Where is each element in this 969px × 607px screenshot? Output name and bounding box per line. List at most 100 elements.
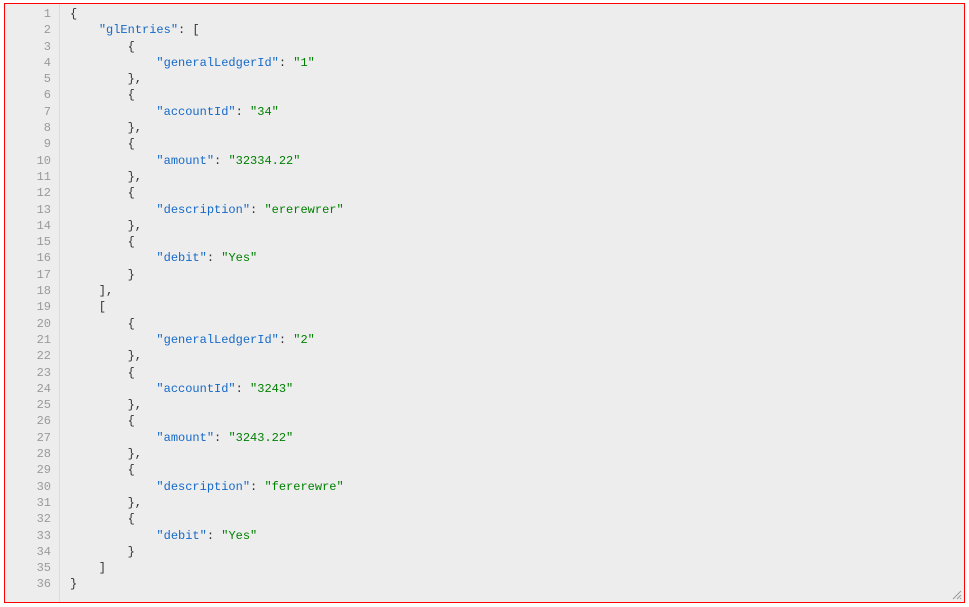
json-punct (70, 203, 156, 217)
json-punct (70, 56, 156, 70)
json-string: "3243" (250, 382, 293, 396)
code-line[interactable]: "debit": "Yes" (70, 250, 964, 266)
code-line[interactable]: }, (70, 348, 964, 364)
line-number: 22 (5, 348, 59, 364)
code-line[interactable]: { (70, 87, 964, 103)
code-line[interactable]: "debit": "Yes" (70, 528, 964, 544)
line-number: 19 (5, 299, 59, 315)
json-punct: { (70, 7, 77, 21)
resize-handle[interactable] (952, 590, 962, 600)
json-punct: ], (70, 284, 113, 298)
code-line[interactable]: "description": "fererewre" (70, 479, 964, 495)
code-line[interactable]: ], (70, 283, 964, 299)
json-punct: : (236, 105, 250, 119)
json-string: "fererewre" (264, 480, 343, 494)
json-punct: { (70, 317, 135, 331)
code-line[interactable]: }, (70, 71, 964, 87)
code-line[interactable]: "accountId": "34" (70, 104, 964, 120)
json-punct: } (70, 577, 77, 591)
line-number: 5 (5, 71, 59, 87)
code-line[interactable]: }, (70, 495, 964, 511)
line-number: 6 (5, 87, 59, 103)
json-punct: } (70, 545, 135, 559)
json-punct: { (70, 40, 135, 54)
code-line[interactable]: "generalLedgerId": "2" (70, 332, 964, 348)
json-punct (70, 251, 156, 265)
line-number: 14 (5, 218, 59, 234)
json-punct: }, (70, 398, 142, 412)
json-key: "description" (156, 480, 250, 494)
json-key: "amount" (156, 431, 214, 445)
code-line[interactable]: }, (70, 120, 964, 136)
line-number: 18 (5, 283, 59, 299)
code-line[interactable]: { (70, 413, 964, 429)
json-key: "generalLedgerId" (156, 333, 278, 347)
json-punct (70, 382, 156, 396)
json-string: "2" (293, 333, 315, 347)
json-punct: }, (70, 349, 142, 363)
json-punct (70, 431, 156, 445)
json-key: "glEntries" (99, 23, 178, 37)
line-number: 10 (5, 153, 59, 169)
code-line[interactable]: { (70, 185, 964, 201)
line-number: 28 (5, 446, 59, 462)
line-number: 2 (5, 22, 59, 38)
json-punct: }, (70, 72, 142, 86)
json-punct: : (214, 154, 228, 168)
json-key: "amount" (156, 154, 214, 168)
json-punct: }, (70, 219, 142, 233)
json-punct: }, (70, 447, 142, 461)
json-punct: { (70, 463, 135, 477)
code-line[interactable]: }, (70, 169, 964, 185)
json-punct (70, 23, 99, 37)
code-line[interactable]: { (70, 316, 964, 332)
code-line[interactable]: { (70, 462, 964, 478)
code-line[interactable]: [ (70, 299, 964, 315)
json-string: "ererewrer" (264, 203, 343, 217)
code-line[interactable]: { (70, 511, 964, 527)
code-line[interactable]: } (70, 267, 964, 283)
code-line[interactable]: ] (70, 560, 964, 576)
json-string: "Yes" (221, 251, 257, 265)
line-number: 26 (5, 413, 59, 429)
json-key: "description" (156, 203, 250, 217)
line-number: 8 (5, 120, 59, 136)
code-line[interactable]: { (70, 365, 964, 381)
json-punct: { (70, 137, 135, 151)
json-punct: { (70, 512, 135, 526)
code-line[interactable]: }, (70, 218, 964, 234)
json-string: "3243.22" (228, 431, 293, 445)
code-line[interactable]: { (70, 6, 964, 22)
code-line[interactable]: } (70, 576, 964, 592)
json-punct: ] (70, 561, 106, 575)
json-key: "debit" (156, 251, 206, 265)
code-line[interactable]: }, (70, 446, 964, 462)
code-line[interactable]: }, (70, 397, 964, 413)
json-key: "accountId" (156, 382, 235, 396)
line-number: 16 (5, 250, 59, 266)
line-number: 13 (5, 202, 59, 218)
code-line[interactable]: "generalLedgerId": "1" (70, 55, 964, 71)
line-number: 32 (5, 511, 59, 527)
json-editor[interactable]: 1234567891011121314151617181920212223242… (4, 3, 965, 603)
json-punct: { (70, 235, 135, 249)
json-punct: : (236, 382, 250, 396)
code-line[interactable]: "accountId": "3243" (70, 381, 964, 397)
code-line[interactable]: { (70, 39, 964, 55)
code-line[interactable]: } (70, 544, 964, 560)
line-number: 23 (5, 365, 59, 381)
line-number: 12 (5, 185, 59, 201)
code-line[interactable]: "amount": "32334.22" (70, 153, 964, 169)
code-line[interactable]: "amount": "3243.22" (70, 430, 964, 446)
code-line[interactable]: "glEntries": [ (70, 22, 964, 38)
json-punct (70, 105, 156, 119)
json-punct: : (207, 251, 221, 265)
line-number: 29 (5, 462, 59, 478)
code-line[interactable]: { (70, 136, 964, 152)
code-line[interactable]: "description": "ererewrer" (70, 202, 964, 218)
line-number: 1 (5, 6, 59, 22)
json-punct: : [ (178, 23, 200, 37)
json-punct: { (70, 414, 135, 428)
code-line[interactable]: { (70, 234, 964, 250)
code-area[interactable]: { "glEntries": [ { "generalLedgerId": "1… (60, 4, 964, 602)
